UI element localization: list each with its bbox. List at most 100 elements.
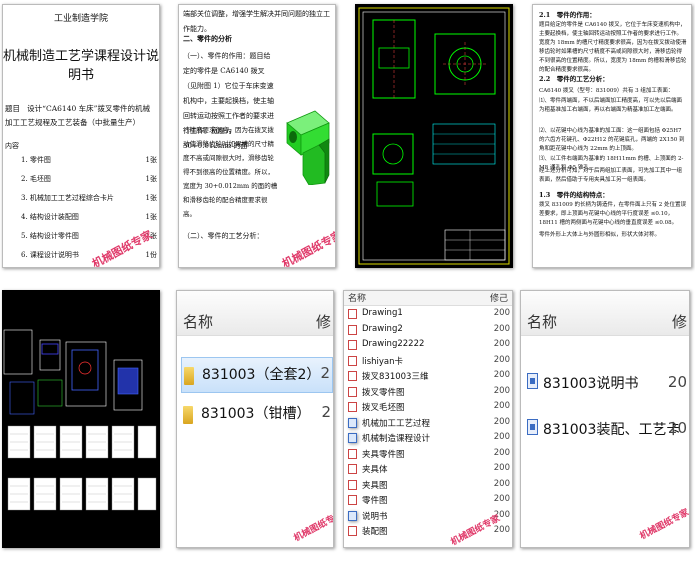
file-date: 200 xyxy=(493,478,510,489)
section-heading: 2.1 零件的作用： xyxy=(539,11,596,19)
school-name: 工业制造学院 xyxy=(53,14,108,24)
dwg-file-icon xyxy=(348,495,357,505)
paragraph: 题目给定的零件是 CA6140 拨叉，它位于车床变速机构中，主要起换档，使主轴回… xyxy=(539,22,687,73)
file-row[interactable]: 夹具图 200 xyxy=(346,478,512,493)
file-date: 200 xyxy=(493,401,510,411)
file-date: 200 xyxy=(493,308,510,318)
word-document-icon xyxy=(348,417,357,428)
dwg-file-icon xyxy=(348,464,357,474)
document-list-window: 名称 修 831003说明书 20 831003装配、工艺卡 20 机械图纸专家 xyxy=(520,290,690,548)
folder-row[interactable]: 831003（钳槽） 2 xyxy=(181,397,333,431)
file-row[interactable]: 机械制造课程设计 200 xyxy=(346,431,512,446)
file-date: 200 xyxy=(493,432,510,442)
modified-column-header[interactable]: 修己 xyxy=(490,291,508,304)
paragraph: ⑴、零件两端面，不以后端面加工精度高，可以先以后端面为粗基准加工右端面，再以右端… xyxy=(539,98,683,113)
modified-column-header[interactable]: 修 xyxy=(672,311,687,332)
file-name: 机械制造课程设计 xyxy=(362,434,431,444)
file-name: 夹具体 xyxy=(362,465,388,475)
dwg-file-icon xyxy=(348,324,357,335)
topic-label: 题目 xyxy=(5,104,20,113)
file-name: 夹具零件图 xyxy=(362,449,405,460)
paragraph: 寸精度要求很高，因为在拨叉拨动使滑移齿轮时如果槽的尺寸精度不高或间隙很大时，滑移… xyxy=(183,126,278,218)
topic-line: 题目 设计“CA6140 车床”拨叉零件的机械加工工艺规程及工艺装备（中批量生产… xyxy=(5,102,155,130)
file-row[interactable]: Drawing1 200 xyxy=(346,307,512,322)
modified-column-header[interactable]: 修 xyxy=(316,311,331,332)
file-name: 装配图 xyxy=(362,527,388,537)
dwg-file-icon xyxy=(348,526,357,536)
file-name: Drawing22222 xyxy=(362,339,425,349)
file-date: 200 xyxy=(493,339,510,349)
section-heading: 2.2 零件的工艺分析： xyxy=(539,75,609,83)
file-date: 200 xyxy=(493,354,510,365)
toc-item: 1. 零件图 1张 xyxy=(21,156,157,164)
watermark: 机械图纸专家 xyxy=(638,507,690,542)
file-row[interactable]: 831003说明书 20 xyxy=(525,363,689,403)
process-analysis-page-thumbnail: 2.1 零件的作用： 题目给定的零件是 CA6140 拨叉，它位于车床变速机构中… xyxy=(532,4,692,268)
dwg-file-icon xyxy=(348,340,357,350)
file-name: Drawing1 xyxy=(362,308,403,318)
file-row[interactable]: lishiyan卡 200 xyxy=(346,354,512,369)
3d-part-image xyxy=(286,110,330,185)
file-row[interactable]: 零件图 200 xyxy=(346,493,512,508)
file-name: 拨叉零件图 xyxy=(362,387,405,398)
file-date: 200 xyxy=(493,370,510,380)
column-header: 名称 修己 xyxy=(344,291,512,306)
file-row[interactable]: 拨叉零件图 200 xyxy=(346,385,512,400)
paragraph: 经上述分析可知，对于后两组加工表面，可先加工其中一组表面，然后借助于专用夹具加工… xyxy=(539,168,683,183)
file-row[interactable]: 拨叉831003三维 200 xyxy=(346,369,512,384)
cad-layout-image xyxy=(3,329,157,511)
name-column-header[interactable]: 名称 xyxy=(348,291,366,304)
file-date: 200 xyxy=(493,494,510,504)
word-document-icon xyxy=(527,419,538,435)
name-column-header[interactable]: 名称 xyxy=(527,311,557,332)
dwg-file-icon xyxy=(348,479,357,490)
file-name: 拨叉毛坯图 xyxy=(362,403,405,413)
file-name: 零件图 xyxy=(362,496,388,506)
file-row[interactable]: Drawing2 200 xyxy=(346,323,512,338)
file-date: 200 xyxy=(493,525,510,535)
toc-item: 2. 毛坯图 1张 xyxy=(21,175,157,183)
file-name: 夹具图 xyxy=(362,480,388,491)
file-date: 200 xyxy=(493,447,510,458)
paragraph: CA6140 拨叉（型号：831009）共有 3 组加工表面： xyxy=(539,88,674,94)
column-header: 名称 修 xyxy=(177,291,333,336)
watermark: 机械图纸专家 xyxy=(292,509,334,544)
file-date: 200 xyxy=(493,416,510,427)
toc-label: 内容 xyxy=(5,142,19,150)
file-row[interactable]: Drawing22222 200 xyxy=(346,338,512,353)
dwg-file-icon xyxy=(348,371,357,381)
file-row[interactable]: 机械加工工艺过程 200 xyxy=(346,416,512,431)
dwg-file-icon xyxy=(348,309,357,319)
section-heading: 1.3 零件的结构特点： xyxy=(539,191,609,199)
dwg-file-icon xyxy=(348,402,357,412)
folder-row[interactable]: 831003（全套2） 2 xyxy=(181,357,333,393)
cover-page-thumbnail: 工业制造学院 机械制造工艺学课程设计说明书 题目 设计“CA6140 车床”拨叉… xyxy=(2,4,160,268)
file-list-window: 名称 修己 Drawing1 200 Drawing2 200 Drawing22222… xyxy=(343,290,513,548)
word-document-icon xyxy=(348,510,357,521)
file-date: 200 xyxy=(493,385,510,396)
folder-icon xyxy=(183,406,193,424)
file-name: lishiyan卡 xyxy=(362,356,404,367)
column-header: 名称 修 xyxy=(521,291,689,336)
file-row[interactable]: 夹具零件图 200 xyxy=(346,447,512,462)
toc-item: 4. 结构设计装配图 1张 xyxy=(21,213,157,221)
dwg-file-icon xyxy=(348,386,357,397)
paragraph: 零件外形上大体上与外圆形相似，形状大体对称。 xyxy=(539,232,661,238)
file-row[interactable]: 831003装配、工艺卡 20 xyxy=(525,409,689,449)
cad-layout-thumbnail xyxy=(2,290,160,548)
file-name: 机械加工工艺过程 xyxy=(362,418,431,429)
word-document-icon xyxy=(348,433,357,443)
name-column-header[interactable]: 名称 xyxy=(183,311,213,332)
paragraph: ⑵、以花键中心线为基准的加工面：这一组面包括 Φ25H7 的六齿方花键孔、Φ22… xyxy=(539,128,685,152)
folder-list-window: 名称 修 831003（全套2） 2 831003（钳槽） 2 机械图纸专家 xyxy=(176,290,334,548)
topic-text: 设计“CA6140 车床”拨叉零件的机械加工工艺规程及工艺装备（中批量生产） xyxy=(5,104,150,127)
file-row[interactable]: 拨叉毛坯图 200 xyxy=(346,400,512,415)
file-date: 200 xyxy=(493,463,510,473)
folder-icon xyxy=(184,367,194,385)
file-name: 拨叉831003三维 xyxy=(362,372,429,382)
file-row[interactable]: 夹具体 200 xyxy=(346,462,512,477)
toc-item: 3. 机械加工工艺过程综合卡片 1张 xyxy=(21,194,157,202)
cad-drawing-thumbnail xyxy=(355,4,513,268)
dwg-file-icon xyxy=(348,355,357,366)
paragraph: 拨叉 831009 的长柄为铸造件，在零件面上只有 2 处位置误差要求，即上顶面… xyxy=(539,202,686,226)
